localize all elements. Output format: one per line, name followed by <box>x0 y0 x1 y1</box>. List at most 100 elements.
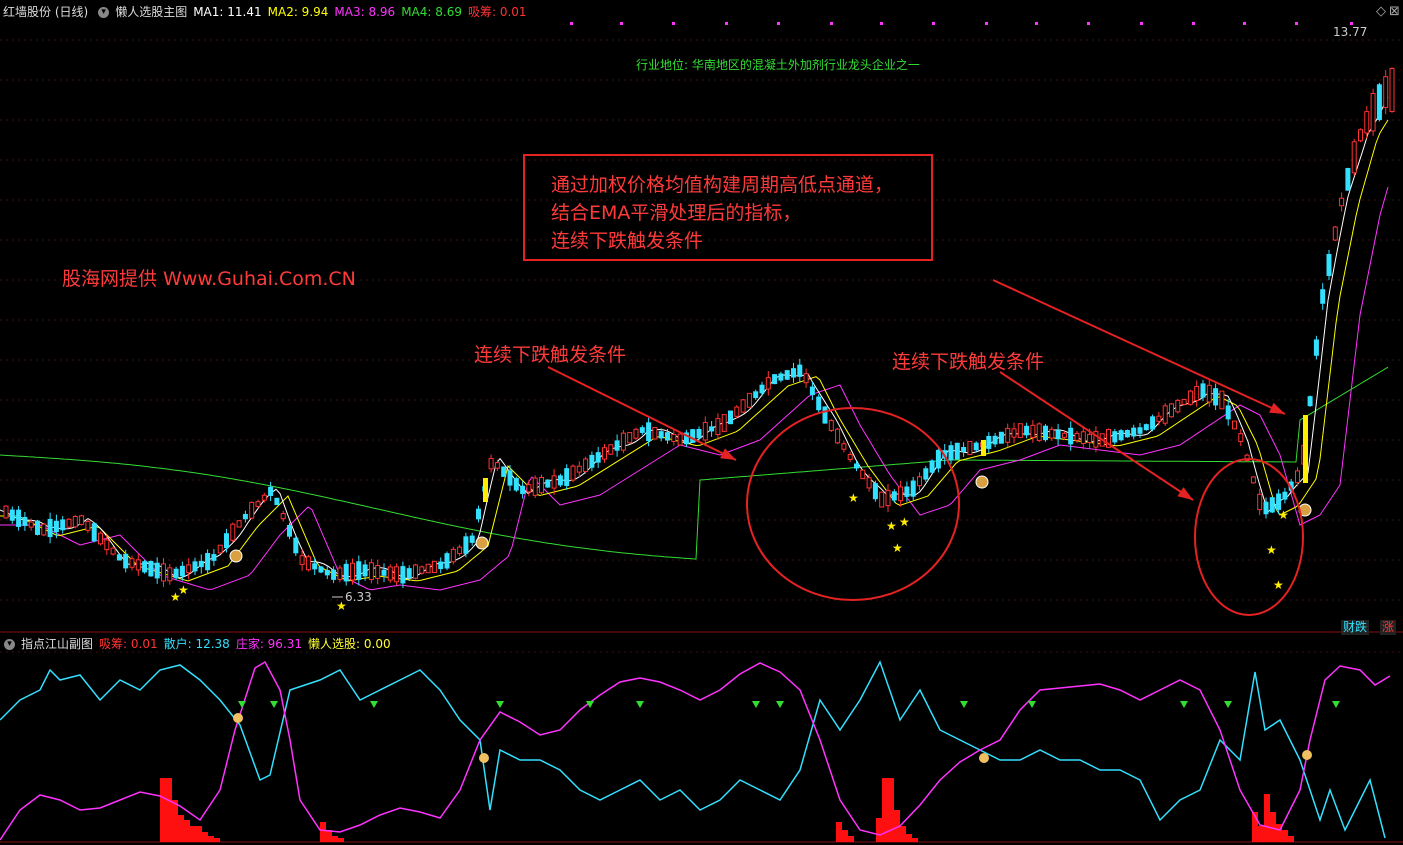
candle-body <box>488 457 494 470</box>
candle-body <box>1080 431 1086 445</box>
money-bag-icon <box>475 536 489 550</box>
candle-body <box>224 533 229 549</box>
candle-body <box>532 477 538 496</box>
marker-dot <box>725 22 728 25</box>
candle-body <box>1313 339 1319 356</box>
candle-body <box>1181 398 1187 405</box>
main-indicator-name[interactable]: 懒人选股主图 <box>115 3 187 21</box>
candle-body <box>822 406 828 424</box>
histogram-bar <box>208 836 214 842</box>
candle-body <box>85 520 91 531</box>
candle-body <box>539 477 544 494</box>
candle-body <box>954 442 960 460</box>
candle-body <box>1257 493 1263 511</box>
stock-title[interactable]: 红墙股份 (日线) <box>3 3 88 21</box>
star-icon: ★ <box>848 491 859 505</box>
candle-body <box>1326 254 1332 276</box>
candle-body <box>249 501 255 519</box>
down-triangle-icon <box>238 701 246 708</box>
histogram-bar <box>912 838 918 842</box>
marker-dot <box>570 22 573 25</box>
candle-body <box>854 463 859 469</box>
candle-body <box>1389 67 1395 113</box>
candle-body <box>1345 168 1351 191</box>
sub-indicator-name[interactable]: 指点江山副图 <box>21 635 93 653</box>
candle-body <box>1332 226 1338 241</box>
marker-dot <box>620 22 623 25</box>
candle-body <box>217 544 223 554</box>
candle-body <box>998 431 1004 444</box>
candle-body <box>1282 491 1288 500</box>
chip-value: 吸筹: 0.01 <box>467 5 527 19</box>
dropdown-icon[interactable]: ▾ <box>4 638 15 650</box>
candle-body <box>457 546 463 555</box>
candle-body <box>721 414 727 432</box>
candle-body <box>778 373 784 381</box>
ma3-value: MA3: 8.96 <box>334 5 396 19</box>
down-triangle-icon <box>1224 701 1232 708</box>
rise-badge[interactable]: 涨 <box>1380 620 1397 635</box>
trigger-label-2: 连续下跌触发条件 <box>892 351 1045 373</box>
candle-body <box>255 501 261 507</box>
candle-body <box>564 468 570 487</box>
candle-body <box>356 561 362 580</box>
candle-body <box>198 560 204 568</box>
candle-body <box>1074 432 1080 441</box>
candle-body <box>406 568 412 579</box>
candle-body <box>1225 405 1231 420</box>
candle-body <box>167 567 173 582</box>
candle-body <box>1137 427 1143 434</box>
star-icon: ★ <box>899 515 910 529</box>
candle-body <box>230 523 236 541</box>
finance-badge[interactable]: 财跌 <box>1341 620 1370 635</box>
price-chart[interactable]: ★★★★★ ★★ ★★★ <box>0 0 1403 845</box>
star-icon: ★ <box>892 541 903 555</box>
marker-dot <box>672 22 675 25</box>
candle-body <box>305 556 311 571</box>
candle-body <box>570 465 576 481</box>
candle-body <box>1238 433 1244 443</box>
candle-body <box>135 559 141 571</box>
candle-body <box>1011 428 1017 438</box>
close-icon[interactable]: ⊠ <box>1389 4 1400 19</box>
histogram-bar <box>190 826 196 842</box>
histogram-bar <box>842 830 848 842</box>
dropdown-icon[interactable]: ▾ <box>98 6 110 18</box>
candle-body <box>828 420 834 431</box>
ma1-value: MA1: 11.41 <box>193 5 262 19</box>
histogram-bar <box>1288 836 1294 842</box>
histogram-bar <box>166 778 172 842</box>
low-price-label: 6.33 <box>345 590 372 604</box>
candle-body <box>879 491 885 508</box>
candle-body <box>387 566 393 581</box>
candle-body <box>520 485 526 494</box>
candle-body <box>671 433 677 442</box>
candle-body <box>734 406 740 417</box>
marker-dot <box>777 22 780 25</box>
candle-body <box>192 561 198 572</box>
candle-body <box>343 563 349 582</box>
marker-dot <box>1035 22 1038 25</box>
down-triangle-icon <box>1180 701 1188 708</box>
candle-body <box>891 491 897 501</box>
candle-body <box>28 521 34 528</box>
candle-body <box>1049 428 1055 439</box>
candle-body <box>753 391 759 399</box>
down-triangle-icon <box>1028 701 1036 708</box>
diamond-icon[interactable]: ◇ <box>1376 4 1386 19</box>
candle-body <box>161 563 166 582</box>
candle-body <box>1118 430 1124 441</box>
candle-body <box>1036 423 1042 441</box>
signal-bar <box>483 478 488 502</box>
sub-chip-value: 吸筹: 0.01 <box>99 637 158 651</box>
candle-body <box>791 368 796 378</box>
candle-body <box>847 454 853 460</box>
candle-body <box>98 532 103 545</box>
histogram-bar <box>1282 830 1288 842</box>
candle-body <box>66 518 72 528</box>
candle-body <box>205 553 211 571</box>
candle-body <box>1024 425 1030 436</box>
arrow-head <box>1177 487 1193 500</box>
candle-body <box>639 427 645 433</box>
sub-chart-header: ▾ 指点江山副图 吸筹: 0.01 散户: 12.38 庄家: 96.31 懒人… <box>0 635 397 653</box>
